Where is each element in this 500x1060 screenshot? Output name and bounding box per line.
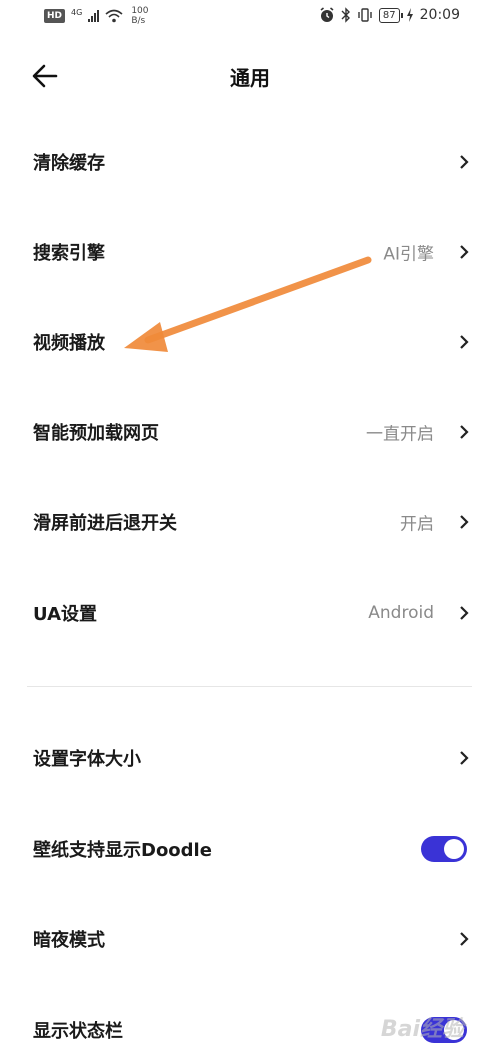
setting-label: 清除缓存 [33,153,105,174]
network-speed: 100 B/s [131,6,148,26]
setting-label: 智能预加载网页 [33,423,159,444]
battery-icon: 87 [378,7,403,23]
hd-badge: HD [44,9,66,23]
setting-value: AI引擎 [383,244,434,265]
watermark: Bai经验 [380,1017,464,1042]
chevron-right-icon [460,515,469,529]
status-right: 87 20:09 [319,7,460,23]
header: 通用 [0,44,500,108]
alarm-icon [320,7,334,22]
chevron-right-icon [460,155,469,169]
setting-label: 壁纸支持显示Doodle [33,840,212,861]
setting-clear-cache[interactable]: 清除缓存 [0,132,500,192]
setting-label: 搜索引擎 [33,243,105,264]
chevron-right-icon [460,751,469,765]
chevron-right-icon [460,335,469,349]
status-bar: HD 4G 100 B/s 87 20:09 [0,0,500,36]
setting-label: UA设置 [33,604,97,625]
chevron-right-icon [460,606,469,620]
setting-user-agent[interactable]: UA设置 Android [0,583,500,643]
charging-icon [406,8,413,22]
chevron-right-icon [460,425,469,439]
setting-value: Android [368,603,434,623]
setting-swipe-navigation[interactable]: 滑屏前进后退开关 开启 [0,492,500,552]
speed-unit: B/s [131,16,146,26]
setting-font-size[interactable]: 设置字体大小 [0,728,500,788]
setting-label: 视频播放 [33,333,105,354]
setting-smart-preload[interactable]: 智能预加载网页 一直开启 [0,402,500,462]
section-divider [27,686,472,687]
setting-label: 显示状态栏 [33,1021,123,1042]
toggle-knob [444,839,464,859]
setting-search-engine[interactable]: 搜索引擎 AI引擎 [0,222,500,282]
wallpaper-doodle-toggle[interactable] [421,836,467,862]
network-type: 4G [71,7,83,17]
speed-value: 100 [131,6,149,16]
setting-label: 滑屏前进后退开关 [33,513,177,534]
vibrate-icon [358,8,372,22]
status-left: HD 4G 100 B/s [44,6,149,26]
clock: 20:09 [419,7,460,23]
chevron-right-icon [460,245,469,259]
bluetooth-icon [341,7,350,23]
setting-value: 开启 [400,514,434,535]
setting-video-playback[interactable]: 视频播放 [0,312,500,372]
setting-label: 暗夜模式 [33,930,105,951]
signal-icon [88,10,100,22]
setting-value: 一直开启 [366,424,434,445]
chevron-right-icon [460,932,469,946]
page-title: 通用 [230,66,270,90]
setting-label: 设置字体大小 [33,749,141,770]
setting-night-mode[interactable]: 暗夜模式 [0,909,500,969]
wifi-icon [105,9,123,23]
setting-wallpaper-doodle: 壁纸支持显示Doodle [0,819,500,879]
